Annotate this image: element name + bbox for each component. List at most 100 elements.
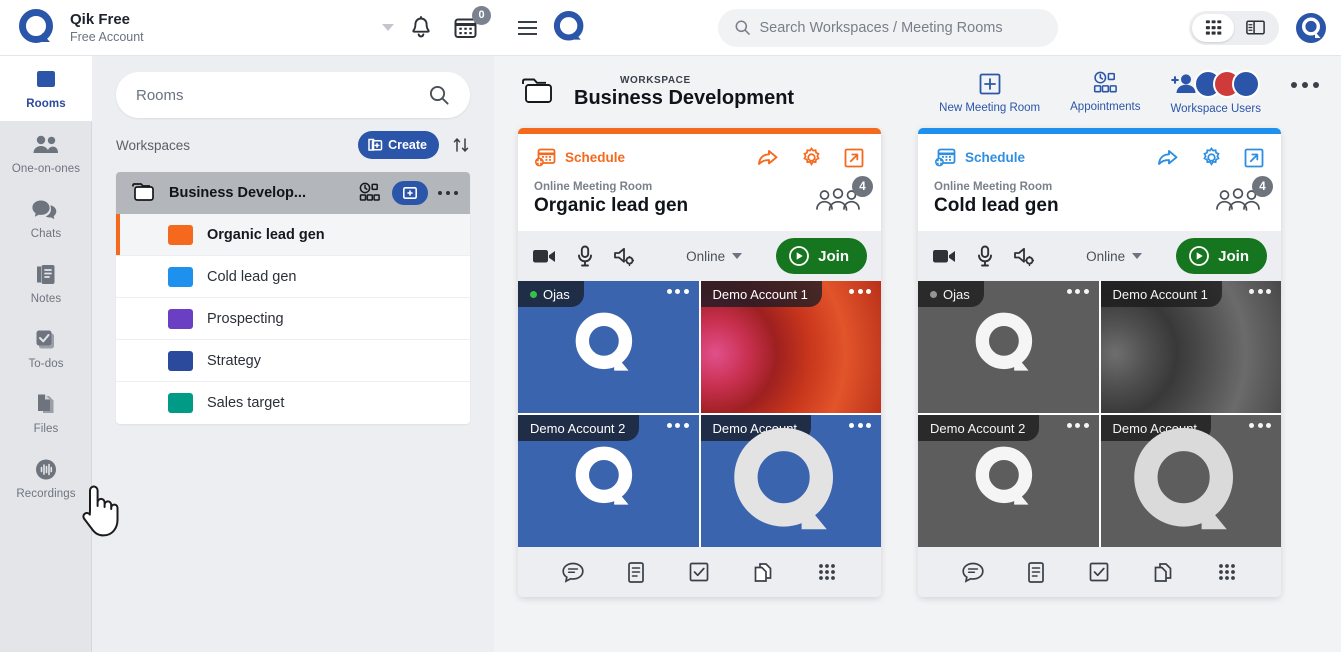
microphone-icon[interactable]	[577, 245, 593, 267]
rooms-icon	[33, 67, 59, 93]
qik-logo-icon	[18, 8, 56, 47]
search-input[interactable]	[136, 86, 428, 104]
sidebar-item-notes[interactable]: Notes	[0, 251, 92, 316]
tile-more-icon[interactable]	[666, 423, 689, 428]
join-button[interactable]: Join	[776, 238, 867, 274]
room-list-item[interactable]: Sales target	[116, 382, 470, 424]
room-list-item[interactable]: Prospecting	[116, 298, 470, 340]
qik-logo-icon[interactable]	[553, 11, 586, 44]
people-icon	[31, 132, 61, 158]
online-status-dot	[930, 290, 937, 298]
bell-icon[interactable]	[406, 13, 436, 43]
room-kicker: Online Meeting Room	[934, 181, 1053, 193]
new-meeting-room-button[interactable]: New Meeting Room	[939, 71, 1040, 114]
participant-tile[interactable]: Demo Account	[1100, 415, 1281, 547]
schedule-button[interactable]: Schedule	[534, 147, 625, 169]
global-search[interactable]	[717, 8, 1058, 47]
status-dropdown[interactable]: Online	[1086, 249, 1143, 264]
sidebar-item-files[interactable]: Files	[0, 381, 92, 446]
open-external-icon[interactable]	[1243, 147, 1265, 169]
rooms-search[interactable]	[116, 72, 470, 118]
notes-icon[interactable]	[626, 561, 646, 584]
todos-icon[interactable]	[1088, 561, 1110, 583]
action-label: Workspace Users	[1170, 102, 1261, 115]
participants-indicator[interactable]: 4	[1215, 176, 1273, 217]
calendar-badge: 0	[472, 5, 491, 25]
more-icon[interactable]	[1291, 82, 1319, 88]
sidebar-item-label: Notes	[30, 293, 62, 305]
participant-name-badge: Demo Account 2	[918, 415, 1040, 441]
schedule-button[interactable]: Schedule	[934, 147, 1025, 169]
participant-tile[interactable]: Ojas	[918, 281, 1099, 413]
tile-more-icon[interactable]	[666, 289, 689, 294]
participant-tile[interactable]: Demo Account 1	[1100, 281, 1281, 413]
participant-tile[interactable]: Demo Account 2	[918, 415, 1099, 547]
tile-more-icon[interactable]	[1066, 289, 1089, 294]
participant-tile[interactable]: Demo Account 2	[518, 415, 699, 547]
calendar-icon[interactable]: 0	[450, 5, 491, 43]
room-list-item[interactable]: Strategy	[116, 340, 470, 382]
todos-icon[interactable]	[688, 561, 710, 583]
appointments-button[interactable]: Appointments	[1070, 71, 1140, 113]
appointments-icon[interactable]	[358, 182, 382, 204]
search-icon[interactable]	[428, 84, 450, 106]
files-icon[interactable]	[1152, 561, 1175, 584]
more-icon[interactable]	[437, 190, 458, 196]
join-button[interactable]: Join	[1176, 238, 1267, 274]
panel-view-icon[interactable]	[1234, 14, 1276, 42]
gear-icon[interactable]	[800, 146, 823, 169]
gear-icon[interactable]	[1200, 146, 1223, 169]
workspace-row-actions	[358, 181, 458, 205]
participants-indicator[interactable]: 4	[815, 176, 873, 217]
sidebar-item-chats[interactable]: Chats	[0, 186, 92, 251]
tile-more-icon[interactable]	[1066, 423, 1089, 428]
participant-name-badge: Ojas	[918, 281, 984, 307]
sidebar-item-one-on-ones[interactable]: One-on-ones	[0, 121, 92, 186]
status-dropdown[interactable]: Online	[686, 249, 743, 264]
camera-icon[interactable]	[932, 247, 957, 265]
apps-grid-icon[interactable]	[1216, 561, 1238, 583]
notes-icon[interactable]	[1026, 561, 1046, 584]
chevron-down-icon	[1132, 253, 1143, 259]
avatar	[1232, 69, 1261, 98]
sidebar-item-rooms[interactable]: Rooms	[0, 56, 92, 121]
chat-icon[interactable]	[561, 561, 585, 583]
chevron-down-icon[interactable]	[382, 24, 394, 31]
workspace-users-button[interactable]: Workspace Users	[1170, 69, 1261, 115]
search-icon	[734, 19, 751, 36]
workspace-header-row[interactable]: Business Develop...	[116, 172, 470, 214]
left-column: Qik Free Free Account 0 Rooms One-on-one…	[0, 0, 494, 652]
files-icon[interactable]	[752, 561, 775, 584]
room-name: Sales target	[207, 395, 285, 411]
user-avatar-icon[interactable]	[1295, 12, 1327, 44]
tile-more-icon[interactable]	[1249, 289, 1271, 294]
hamburger-menu-icon[interactable]	[518, 20, 537, 35]
room-name: Strategy	[207, 352, 261, 369]
participant-tile[interactable]: Demo Account 1	[700, 281, 881, 413]
open-external-icon[interactable]	[843, 147, 865, 169]
camera-icon[interactable]	[532, 247, 557, 265]
chat-icon[interactable]	[961, 561, 985, 583]
create-icon	[367, 138, 383, 153]
room-list-item[interactable]: Organic lead gen	[116, 214, 470, 256]
participant-tile[interactable]: Ojas	[518, 281, 699, 413]
microphone-icon[interactable]	[977, 245, 993, 267]
apps-grid-icon[interactable]	[816, 561, 838, 583]
create-workspace-button[interactable]: Create	[358, 131, 439, 159]
share-icon[interactable]	[1156, 147, 1180, 169]
share-icon[interactable]	[756, 147, 780, 169]
speaker-settings-icon[interactable]	[1013, 246, 1036, 267]
add-room-button[interactable]	[391, 181, 428, 205]
grid-view-icon[interactable]	[1192, 13, 1234, 42]
participant-name-badge: Ojas	[518, 281, 584, 307]
room-list-item[interactable]: Cold lead gen	[116, 256, 470, 298]
sidebar-item-recordings[interactable]: Recordings	[0, 446, 92, 511]
meeting-room-card: Schedule	[518, 128, 881, 597]
sidebar-item-todos[interactable]: To-dos	[0, 316, 92, 381]
participant-tile[interactable]: Demo Account	[700, 415, 881, 547]
participant-count-badge: 4	[1252, 176, 1273, 197]
tile-more-icon[interactable]	[849, 289, 871, 294]
search-input[interactable]	[759, 19, 1042, 36]
sort-icon[interactable]	[452, 136, 470, 154]
speaker-settings-icon[interactable]	[613, 246, 636, 267]
